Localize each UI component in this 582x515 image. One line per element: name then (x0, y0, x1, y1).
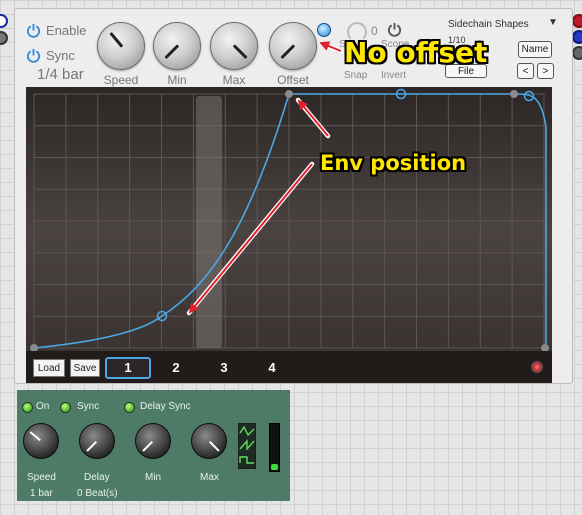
lfo-speed-knob[interactable] (23, 423, 59, 459)
lfo-max-knob[interactable] (191, 423, 227, 459)
lfo-panel: On Sync Delay Sync Speed Delay Min Max 1… (17, 390, 290, 501)
lfo-delay-label: Delay (84, 472, 110, 483)
lfo-level-meter (269, 423, 280, 472)
lfo-speed-label: Speed (27, 472, 56, 483)
lfo-min-label: Min (145, 472, 162, 483)
lfo-delay-value: 0 Beat(s) (77, 488, 118, 499)
lfo-min-knob[interactable] (135, 423, 171, 459)
lfo-max-label: Max (200, 472, 219, 483)
on-led[interactable] (22, 402, 33, 413)
arrow-env-top (297, 99, 329, 137)
lfo-delay-knob[interactable] (79, 423, 115, 459)
delay-sync-label: Delay Sync (140, 401, 191, 412)
arrow-env-bottom (188, 163, 313, 314)
lfo-speed-value: 1 bar (30, 488, 53, 499)
sync-led[interactable] (60, 402, 71, 413)
on-label: On (36, 401, 50, 412)
lfo-sync-label: Sync (77, 401, 100, 412)
annotation-no-offset: No offset (344, 36, 488, 69)
lfo-level-fill (271, 464, 278, 470)
annotation-env-position: Env position (320, 151, 467, 175)
waveform-selector-icon[interactable] (238, 423, 256, 469)
arrow-no-offset (319, 41, 342, 52)
delay-sync-led[interactable] (124, 402, 135, 413)
